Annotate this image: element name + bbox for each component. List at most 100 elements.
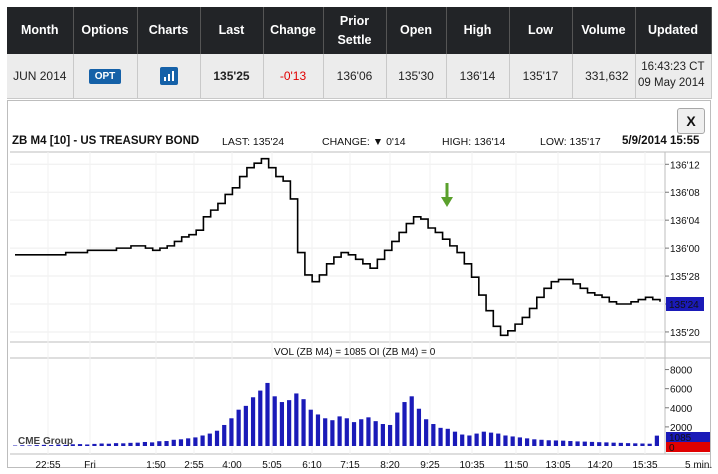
volume-bar (625, 443, 631, 446)
current-oi-label: 0 (669, 443, 675, 454)
volume-bar (186, 438, 191, 446)
volume-bar (395, 412, 400, 446)
volume-bar (611, 442, 616, 446)
volume-bar (517, 437, 522, 446)
volume-bar (640, 443, 645, 446)
volume-bar (373, 421, 378, 446)
volume-bar (265, 382, 270, 446)
volume-bar (243, 405, 248, 446)
volume-tick-label: 8000 (670, 366, 693, 377)
time-tick-label: 14:20 (587, 460, 612, 471)
time-tick-label: 11:50 (504, 460, 529, 471)
volume-bar (546, 440, 551, 446)
volume-bar (539, 439, 544, 446)
volume-bar (359, 419, 364, 446)
volume-bar (438, 427, 443, 446)
volume-bar (460, 434, 465, 446)
volume-bar (445, 428, 450, 446)
volume-bar (85, 444, 90, 446)
volume-bar (553, 440, 559, 446)
volume-bar (222, 424, 227, 446)
volume-bar (279, 402, 285, 446)
volume-bar (337, 416, 342, 446)
volume-bar (135, 442, 140, 446)
price-tick-label: 136'04 (670, 216, 700, 227)
price-tick-label: 135'28 (670, 272, 700, 283)
volume-bar (178, 439, 184, 446)
volume-bar (561, 440, 566, 446)
volume-bar (142, 441, 148, 446)
volume-bar (193, 437, 198, 446)
volume-bar (488, 432, 494, 446)
volume-bar (157, 441, 162, 446)
volume-bar (258, 390, 263, 446)
volume-bar (207, 433, 212, 446)
time-tick-label: 6:10 (302, 460, 322, 471)
time-tick-label: Fri (84, 460, 96, 471)
volume-bar (214, 430, 220, 446)
time-tick-label: 4:00 (222, 460, 242, 471)
volume-bar (344, 418, 349, 446)
price-tick-label: 136'12 (670, 160, 700, 171)
arrow-down-head-icon (441, 197, 453, 207)
volume-tick-label: 6000 (670, 385, 693, 396)
volume-bar (654, 435, 659, 446)
time-tick-label: 7:15 (340, 460, 360, 471)
time-tick-label: 10:35 (459, 460, 484, 471)
volume-bar (113, 443, 119, 446)
volume-bar (106, 443, 111, 446)
time-tick-label: 9:25 (420, 460, 440, 471)
time-tick-label: 8:20 (380, 460, 400, 471)
volume-bar (409, 396, 414, 446)
volume-bar (503, 435, 508, 446)
volume-bar (366, 417, 371, 446)
volume-bar (272, 396, 277, 446)
volume-bar (92, 443, 97, 446)
volume-bar (618, 442, 623, 446)
volume-bar (229, 418, 234, 446)
volume-bar (510, 436, 515, 446)
volume-bar (164, 441, 169, 446)
volume-bar (150, 442, 155, 446)
price-tick-label: 136'00 (670, 244, 700, 255)
volume-bar (387, 424, 393, 446)
volume-bar (467, 435, 472, 446)
price-tick-label: 136'08 (670, 188, 700, 199)
volume-bar (315, 414, 321, 446)
volume-bar (250, 397, 256, 446)
volume-bar (647, 443, 652, 446)
time-tick-label: 5 min. (685, 460, 712, 471)
volume-bar (171, 439, 176, 446)
volume-bar (200, 435, 205, 446)
volume-bar (589, 441, 595, 446)
price-line (15, 157, 661, 337)
volume-bar (77, 444, 83, 446)
volume-bar (236, 409, 241, 446)
time-tick-label: 5:05 (262, 460, 282, 471)
watermark-logo: CME Group (18, 436, 73, 447)
volume-bar (351, 422, 357, 446)
volume-bar (532, 439, 537, 446)
time-tick-label: 2:55 (184, 460, 204, 471)
time-tick-label: 13:05 (545, 460, 570, 471)
time-tick-label: 22:55 (35, 460, 60, 471)
volume-bar (323, 418, 328, 446)
volume-bar (597, 442, 602, 446)
volume-bar (496, 433, 501, 446)
volume-bar (568, 441, 573, 446)
price-tick-label: 135'20 (670, 328, 700, 339)
volume-bar (287, 400, 292, 446)
volume-bar (524, 438, 530, 446)
volume-bar (301, 399, 306, 446)
volume-bar (330, 420, 335, 446)
volume-bar (380, 424, 385, 446)
volume-bar (128, 442, 133, 446)
time-tick-label: 1:50 (146, 460, 166, 471)
current-price-label: 135'24 (669, 300, 699, 311)
volume-title: VOL (ZB M4) = 1085 OI (ZB M4) = 0 (274, 347, 436, 358)
volume-tick-label: 4000 (670, 404, 693, 415)
volume-bar (474, 433, 479, 446)
volume-bar (424, 419, 429, 446)
volume-bar (431, 424, 436, 446)
volume-bar (121, 443, 126, 446)
